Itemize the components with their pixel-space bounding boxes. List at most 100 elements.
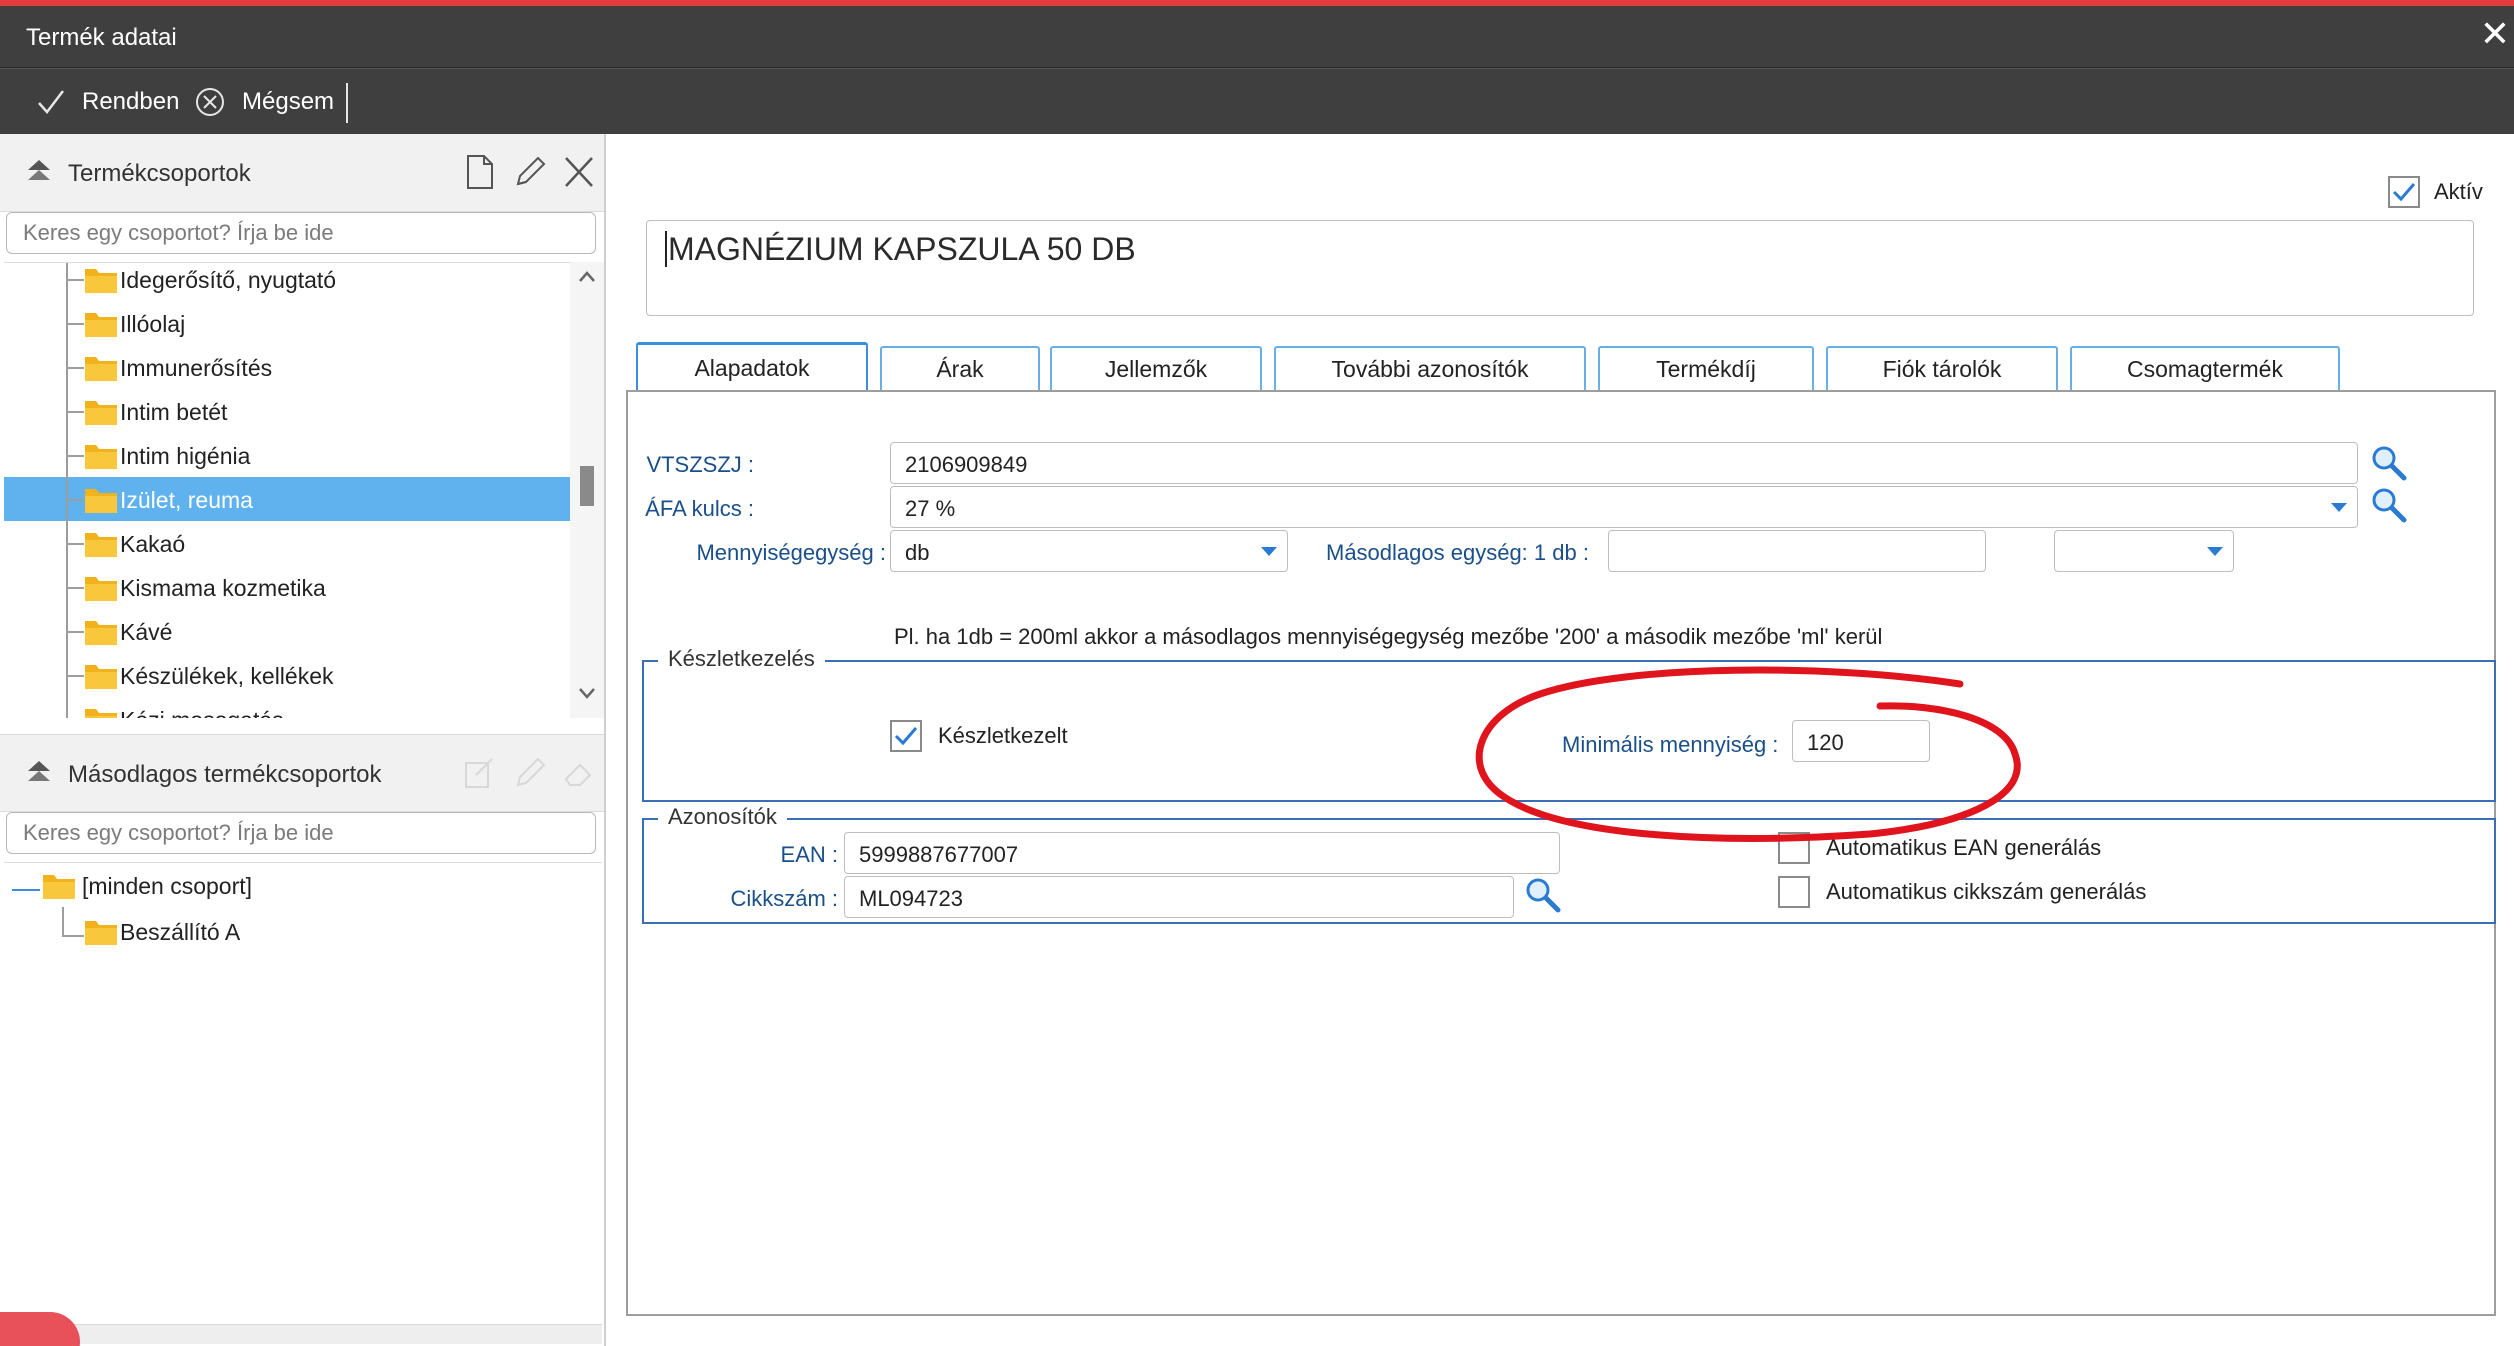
sku-field[interactable]: ML094723	[844, 876, 1514, 918]
group-tree-label: Kakaó	[120, 531, 186, 557]
group-tree-item[interactable]: Izület, reuma	[4, 455, 570, 521]
group-tree-item[interactable]: Kávé	[4, 587, 570, 653]
edit-pencil-icon[interactable]	[512, 154, 546, 195]
ean-label: EAN :	[780, 842, 838, 867]
collapse-chevron-icon[interactable]	[26, 759, 52, 788]
folder-icon	[84, 705, 118, 718]
secondary-unit-field[interactable]	[1608, 530, 1986, 572]
groups-panel-title: Termékcsoportok	[68, 160, 251, 187]
product-name-field[interactable]: MAGNÉZIUM KAPSZULA 50 DB	[646, 220, 2474, 316]
scroll-down-icon[interactable]	[578, 686, 596, 705]
ean-field[interactable]: 5999887677007	[844, 832, 1560, 874]
delete-x-icon[interactable]	[562, 154, 596, 195]
group-tree-label: Kismama kozmetika	[120, 575, 326, 601]
scrollbar-thumb[interactable]	[580, 466, 594, 506]
active-label: Aktív	[2434, 179, 2483, 204]
auto-sku-checkbox[interactable]: Automatikus cikkszám generálás	[1778, 876, 2146, 908]
checkbox-checked-icon[interactable]	[2388, 176, 2420, 208]
tab-alapadatok[interactable]: Alapadatok	[636, 342, 868, 392]
product-form: Aktív MAGNÉZIUM KAPSZULA 50 DB Alapadato…	[608, 134, 2514, 1346]
cancel-label: Mégsem	[242, 88, 335, 115]
tree-line	[66, 543, 68, 587]
ok-label: Rendben	[82, 88, 180, 115]
cancel-button[interactable]: Mégsem	[194, 85, 334, 119]
group-tree-item[interactable]: Készülékek, kellékek	[4, 631, 570, 697]
min-qty-label: Minimális mennyiség :	[1562, 732, 1779, 757]
horizontal-scrollbar[interactable]	[4, 1324, 602, 1344]
group-tree-item[interactable]: Kakaó	[4, 499, 570, 565]
tree-line	[62, 935, 84, 937]
auto-ean-checkbox[interactable]: Automatikus EAN generálás	[1778, 832, 2101, 864]
group-tree-item[interactable]: Immunerősítés	[4, 323, 570, 389]
tree-line	[66, 675, 68, 718]
secondary-panel-title: Másodlagos termékcsoportok	[68, 761, 382, 788]
close-icon[interactable]: ✕	[2480, 16, 2510, 52]
tree-line	[66, 279, 68, 323]
search-icon[interactable]	[2370, 486, 2408, 529]
stock-legend: Készletkezelés	[658, 646, 825, 672]
groups-search-input[interactable]	[6, 212, 596, 254]
corner-badge	[0, 1312, 80, 1346]
folder-icon	[84, 573, 118, 608]
tree-line	[66, 411, 84, 413]
left-panel: Termékcsoportok Idegerősítő, nyugtató Ill…	[0, 134, 606, 1346]
tree-line	[66, 543, 84, 545]
folder-icon	[84, 309, 118, 344]
afa-select[interactable]: 27 %	[890, 486, 2358, 528]
min-qty-field[interactable]: 120	[1792, 720, 1930, 762]
checkbox-empty-icon[interactable]	[1778, 832, 1810, 864]
tree-line	[66, 631, 68, 675]
afa-value: 27 %	[905, 496, 956, 521]
vtszszj-field[interactable]: 2106909849	[890, 442, 2358, 484]
tab-arak[interactable]: Árak	[880, 346, 1040, 390]
tab-fiok-tarolok[interactable]: Fiók tárolók	[1826, 346, 2058, 390]
unit-value: db	[905, 540, 930, 565]
tab-tovabbi-azonositok[interactable]: További azonosítók	[1274, 346, 1586, 390]
ok-button[interactable]: Rendben	[36, 85, 179, 119]
tab-csomagtermek[interactable]: Csomagtermék	[2070, 346, 2340, 390]
tree-line	[66, 499, 68, 543]
group-tree-label: Illóolaj	[120, 311, 186, 337]
tree-line	[66, 587, 68, 631]
tree-line	[66, 631, 84, 633]
unit-label: Mennyiségegység :	[696, 540, 886, 565]
tree-line	[66, 455, 68, 499]
tree-line	[66, 675, 84, 677]
group-tree-item[interactable]: Intim higénia	[4, 411, 570, 477]
edit-disabled-icon	[512, 755, 546, 796]
stock-managed-checkbox[interactable]: Készletkezelt	[890, 720, 1068, 752]
add-disabled-icon	[462, 755, 496, 796]
tree-child-label[interactable]: Beszállító A	[120, 919, 240, 946]
groups-actions	[464, 154, 596, 195]
tree-line	[66, 367, 84, 369]
collapse-chevron-icon[interactable]	[26, 158, 52, 187]
tab-termekdij[interactable]: Termékdíj	[1598, 346, 1814, 390]
unit-select[interactable]: db	[890, 530, 1288, 572]
secondary-search-input[interactable]	[6, 812, 596, 854]
group-tree-item[interactable]: Intim betét	[4, 367, 570, 433]
search-icon[interactable]	[2370, 444, 2408, 487]
group-tree-label: Intim higénia	[120, 443, 251, 469]
active-checkbox[interactable]: Aktív	[2388, 176, 2483, 208]
stock-managed-label: Készletkezelt	[938, 723, 1068, 748]
vtszszj-label: VTSZSZJ :	[646, 452, 754, 477]
folder-icon	[84, 397, 118, 432]
group-tree-item[interactable]: Kismama kozmetika	[4, 543, 570, 609]
folder-icon	[84, 617, 118, 652]
secondary-unit-label: Másodlagos egység: 1 db :	[1326, 540, 1589, 565]
secondary-unit-select[interactable]	[2054, 530, 2234, 572]
group-tree-item[interactable]: Kézi mosogatás	[4, 675, 570, 718]
new-document-icon[interactable]	[464, 154, 496, 195]
tree-line	[66, 411, 68, 455]
scroll-up-icon[interactable]	[578, 270, 596, 289]
search-icon[interactable]	[1524, 876, 1562, 919]
tab-jellemzok[interactable]: Jellemzők	[1050, 346, 1262, 390]
group-tree-label: Immunerősítés	[120, 355, 273, 381]
group-tree-label: Izület, reuma	[120, 487, 253, 513]
group-tree-item[interactable]: Idegerősítő, nyugtató	[4, 263, 570, 301]
checkbox-empty-icon[interactable]	[1778, 876, 1810, 908]
group-tree-item[interactable]: Illóolaj	[4, 279, 570, 345]
checkbox-checked-icon[interactable]	[890, 720, 922, 752]
groups-tree-scrollbar[interactable]	[570, 262, 604, 718]
tree-root-label[interactable]: [minden csoport]	[82, 873, 252, 900]
